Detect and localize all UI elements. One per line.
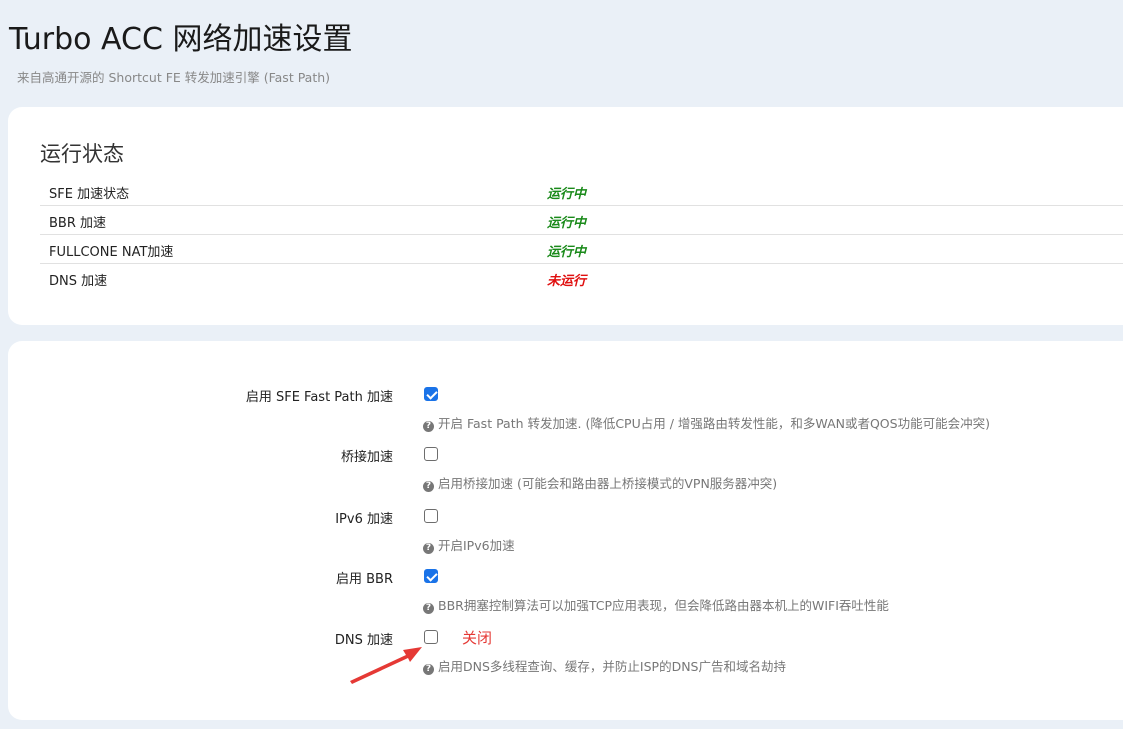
- status-value: 运行中: [547, 216, 587, 231]
- status-row-dns: DNS 加速 未运行: [40, 264, 1123, 293]
- option-label: IPv6 加速: [335, 512, 393, 527]
- question-circle-icon: ?: [423, 543, 434, 554]
- red-arrow-icon: [350, 647, 422, 684]
- bridge-accel-checkbox[interactable]: [424, 447, 438, 461]
- status-label: FULLCONE NAT加速: [49, 245, 174, 260]
- status-label: SFE 加速状态: [49, 187, 130, 202]
- status-row-fullcone: FULLCONE NAT加速 运行中: [40, 235, 1123, 264]
- status-section-title: 运行状态: [40, 142, 124, 166]
- option-hint: ? 启用桥接加速 (可能会和路由器上桥接模式的VPN服务器冲突): [423, 473, 777, 492]
- option-label: 启用 BBR: [335, 572, 393, 587]
- page-title: Turbo ACC 网络加速设置: [9, 22, 353, 57]
- page-description: 来自高通开源的 Shortcut FE 转发加速引擎 (Fast Path): [17, 70, 331, 85]
- status-value: 未运行: [547, 274, 587, 289]
- status-value: 运行中: [547, 245, 587, 260]
- option-label: DNS 加速: [334, 633, 393, 648]
- status-row-sfe: SFE 加速状态 运行中: [40, 177, 1123, 206]
- status-card: 运行状态 SFE 加速状态 运行中 BBR 加速 运行中 FULLCONE NA…: [8, 107, 1123, 325]
- status-label: BBR 加速: [49, 216, 107, 231]
- status-table: SFE 加速状态 运行中 BBR 加速 运行中 FULLCONE NAT加速 运…: [40, 177, 1123, 293]
- sfe-fastpath-checkbox[interactable]: [424, 387, 438, 401]
- question-circle-icon: ?: [423, 421, 434, 432]
- question-circle-icon: ?: [423, 481, 434, 492]
- status-row-bbr: BBR 加速 运行中: [40, 206, 1123, 235]
- option-hint: ? 开启 Fast Path 转发加速. (降低CPU占用 / 增强路由转发性能，…: [423, 413, 990, 432]
- option-label: 启用 SFE Fast Path 加速: [245, 390, 393, 405]
- status-label: DNS 加速: [49, 274, 108, 289]
- option-label: 桥接加速: [340, 450, 393, 465]
- settings-card: 启用 SFE Fast Path 加速 ? 开启 Fast Path 转发加速. …: [8, 341, 1123, 720]
- bbr-checkbox[interactable]: [424, 569, 438, 583]
- question-circle-icon: ?: [423, 603, 434, 614]
- option-hint: ? 启用DNS多线程查询、缓存，并防止ISP的DNS广告和域名劫持: [423, 656, 786, 675]
- option-hint: ? BBR拥塞控制算法可以加强TCP应用表现，但会降低路由器本机上的WIFI吞吐性…: [423, 595, 889, 614]
- option-hint: ? 开启IPv6加速: [423, 535, 515, 554]
- annotation-label: 关闭: [462, 629, 493, 647]
- status-value: 运行中: [547, 187, 587, 202]
- ipv6-accel-checkbox[interactable]: [424, 509, 438, 523]
